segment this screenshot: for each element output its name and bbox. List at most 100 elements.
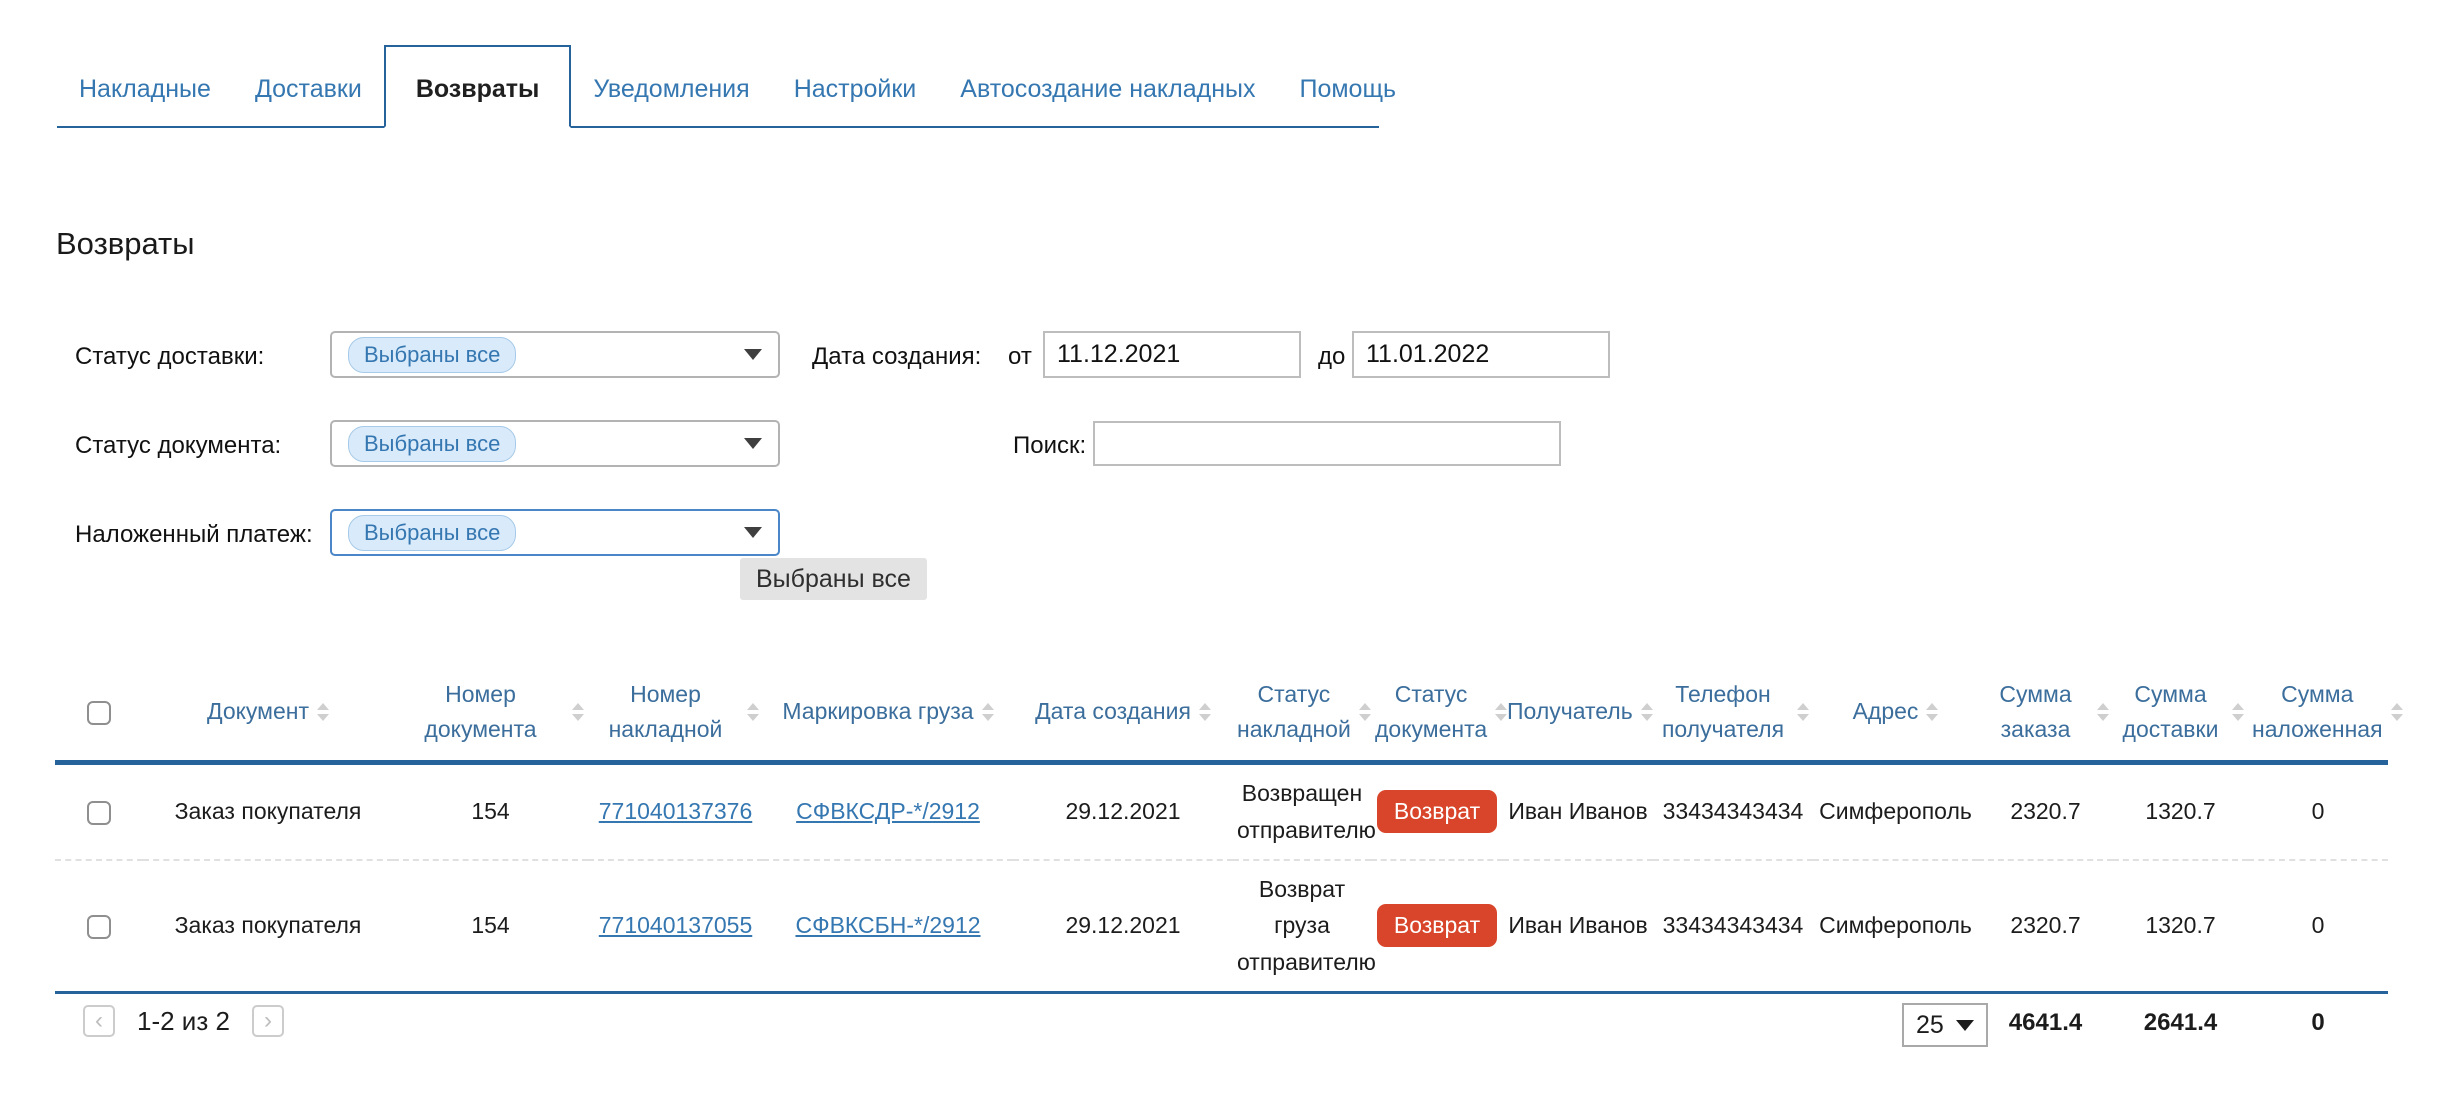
sort-icon[interactable] [2097,703,2109,721]
cell-recipient-phone: 33434343434 [1653,860,1813,993]
chevron-down-icon [744,438,762,449]
date-from-label: от [1008,343,1032,371]
cell-doc-number: 154 [393,860,588,993]
chevron-down-icon [744,527,762,538]
sort-icon[interactable] [2232,703,2244,721]
page-title: Возвраты [56,226,195,262]
delivery-status-label: Статус доставки: [75,343,264,371]
col-order-sum[interactable]: Сумма заказа [1978,663,2113,763]
date-from-input[interactable] [1043,331,1301,378]
cell-date-created: 29.12.2021 [1013,860,1233,993]
sort-icon[interactable] [1926,703,1938,721]
cell-invoice-status: Возврат груза отправителю [1233,860,1371,993]
tab-dostavki[interactable]: Доставки [233,45,384,126]
chevron-left-icon: ‹ [95,1007,103,1035]
tab-nakladnye[interactable]: Накладные [57,45,233,126]
tab-vozvraty[interactable]: Возвраты [384,45,572,128]
cell-recipient: Иван Иванов [1503,763,1653,860]
col-document[interactable]: Документ [143,663,393,763]
cell-document: Заказ покупателя [143,763,393,860]
main-tabbar: Накладные Доставки Возвраты Уведомления … [57,45,1379,128]
chevron-down-icon [744,349,762,360]
total-order-sum: 4641.4 [1978,992,2113,1052]
select-all-cell [55,663,143,763]
col-cod-sum[interactable]: Сумма наложенная [2248,663,2388,763]
cell-doc-number: 154 [393,763,588,860]
sort-icon[interactable] [1641,703,1653,721]
col-document-status[interactable]: Статус документа [1371,663,1503,763]
totals-row: 4641.4 2641.4 0 [55,992,2388,1052]
invoice-number-link[interactable]: 771040137055 [599,912,753,938]
next-page-button[interactable]: › [252,1005,284,1037]
selected-all-chip: Выбраны все [348,337,516,373]
sort-icon[interactable] [317,703,329,721]
sort-icon[interactable] [2391,703,2403,721]
invoice-number-link[interactable]: 771040137376 [599,798,753,824]
row-checkbox[interactable] [87,915,111,939]
sort-icon[interactable] [982,703,994,721]
row-checkbox[interactable] [87,801,111,825]
col-delivery-sum[interactable]: Сумма доставки [2113,663,2248,763]
date-to-label: до [1318,343,1345,371]
table-row: Заказ покупателя 154 771040137055 СФВКСБ… [55,860,2388,993]
sort-icon[interactable] [1797,703,1809,721]
select-all-checkbox[interactable] [87,701,111,725]
cell-cod-sum: 0 [2248,860,2388,993]
cell-delivery-sum: 1320.7 [2113,763,2248,860]
page-size-value: 25 [1916,1011,1944,1040]
cell-address: Симферополь [1813,860,1978,993]
chevron-right-icon: › [264,1007,272,1035]
dropdown-tooltip: Выбраны все [740,558,927,600]
delivery-status-dropdown[interactable]: Выбраны все [330,331,780,378]
document-status-dropdown[interactable]: Выбраны все [330,420,780,467]
cell-recipient: Иван Иванов [1503,860,1653,993]
date-to-input[interactable] [1352,331,1610,378]
col-date-created[interactable]: Дата создания [1013,663,1233,763]
col-invoice-status[interactable]: Статус накладной [1233,663,1371,763]
cell-order-sum: 2320.7 [1978,763,2113,860]
chevron-down-icon [1956,1020,1974,1031]
col-invoice-number[interactable]: Номер накладной [588,663,763,763]
cell-recipient-phone: 33434343434 [1653,763,1813,860]
prev-page-button[interactable]: ‹ [83,1005,115,1037]
returns-table: Документ Номер документа Номер накладной… [55,663,2388,1052]
sort-icon[interactable] [1199,703,1211,721]
col-doc-number[interactable]: Номер документа [393,663,588,763]
document-status-label: Статус документа: [75,432,281,460]
col-address[interactable]: Адрес [1813,663,1978,763]
pagination: ‹ 1-2 из 2 › [83,1005,284,1037]
cell-address: Симферополь [1813,763,1978,860]
sort-icon[interactable] [1495,703,1507,721]
status-badge: Возврат [1377,790,1497,833]
cargo-marking-link[interactable]: СФВКСБН-*/2912 [795,912,980,938]
cell-delivery-sum: 1320.7 [2113,860,2248,993]
cell-invoice-status: Возвращен отправителю [1233,763,1371,860]
selected-all-chip: Выбраны все [348,426,516,462]
sort-icon[interactable] [1359,703,1371,721]
cell-cod-sum: 0 [2248,763,2388,860]
col-recipient[interactable]: Получатель [1503,663,1653,763]
cell-document: Заказ покупателя [143,860,393,993]
total-cod-sum: 0 [2248,992,2388,1052]
table-row: Заказ покупателя 154 771040137376 СФВКСД… [55,763,2388,860]
sort-icon[interactable] [747,703,759,721]
selected-all-chip: Выбраны все [348,515,516,551]
tab-nastroyki[interactable]: Настройки [772,45,939,126]
table-header-row: Документ Номер документа Номер накладной… [55,663,2388,763]
cell-order-sum: 2320.7 [1978,860,2113,993]
cell-date-created: 29.12.2021 [1013,763,1233,860]
col-cargo-marking[interactable]: Маркировка груза [763,663,1013,763]
pagination-info: 1-2 из 2 [137,1006,230,1037]
tab-autocreate[interactable]: Автосоздание накладных [938,45,1277,126]
returns-page: Накладные Доставки Возвраты Уведомления … [0,0,2440,1112]
tab-uvedomleniya[interactable]: Уведомления [571,45,771,126]
date-created-label: Дата создания: [812,343,981,371]
cod-dropdown[interactable]: Выбраны все [330,509,780,556]
col-recipient-phone[interactable]: Телефон получателя [1653,663,1813,763]
status-badge: Возврат [1377,904,1497,947]
tab-pomosh[interactable]: Помощь [1277,45,1418,126]
search-input[interactable] [1093,421,1561,466]
cargo-marking-link[interactable]: СФВКСДР-*/2912 [796,798,980,824]
page-size-select[interactable]: 25 [1902,1003,1988,1047]
sort-icon[interactable] [572,703,584,721]
